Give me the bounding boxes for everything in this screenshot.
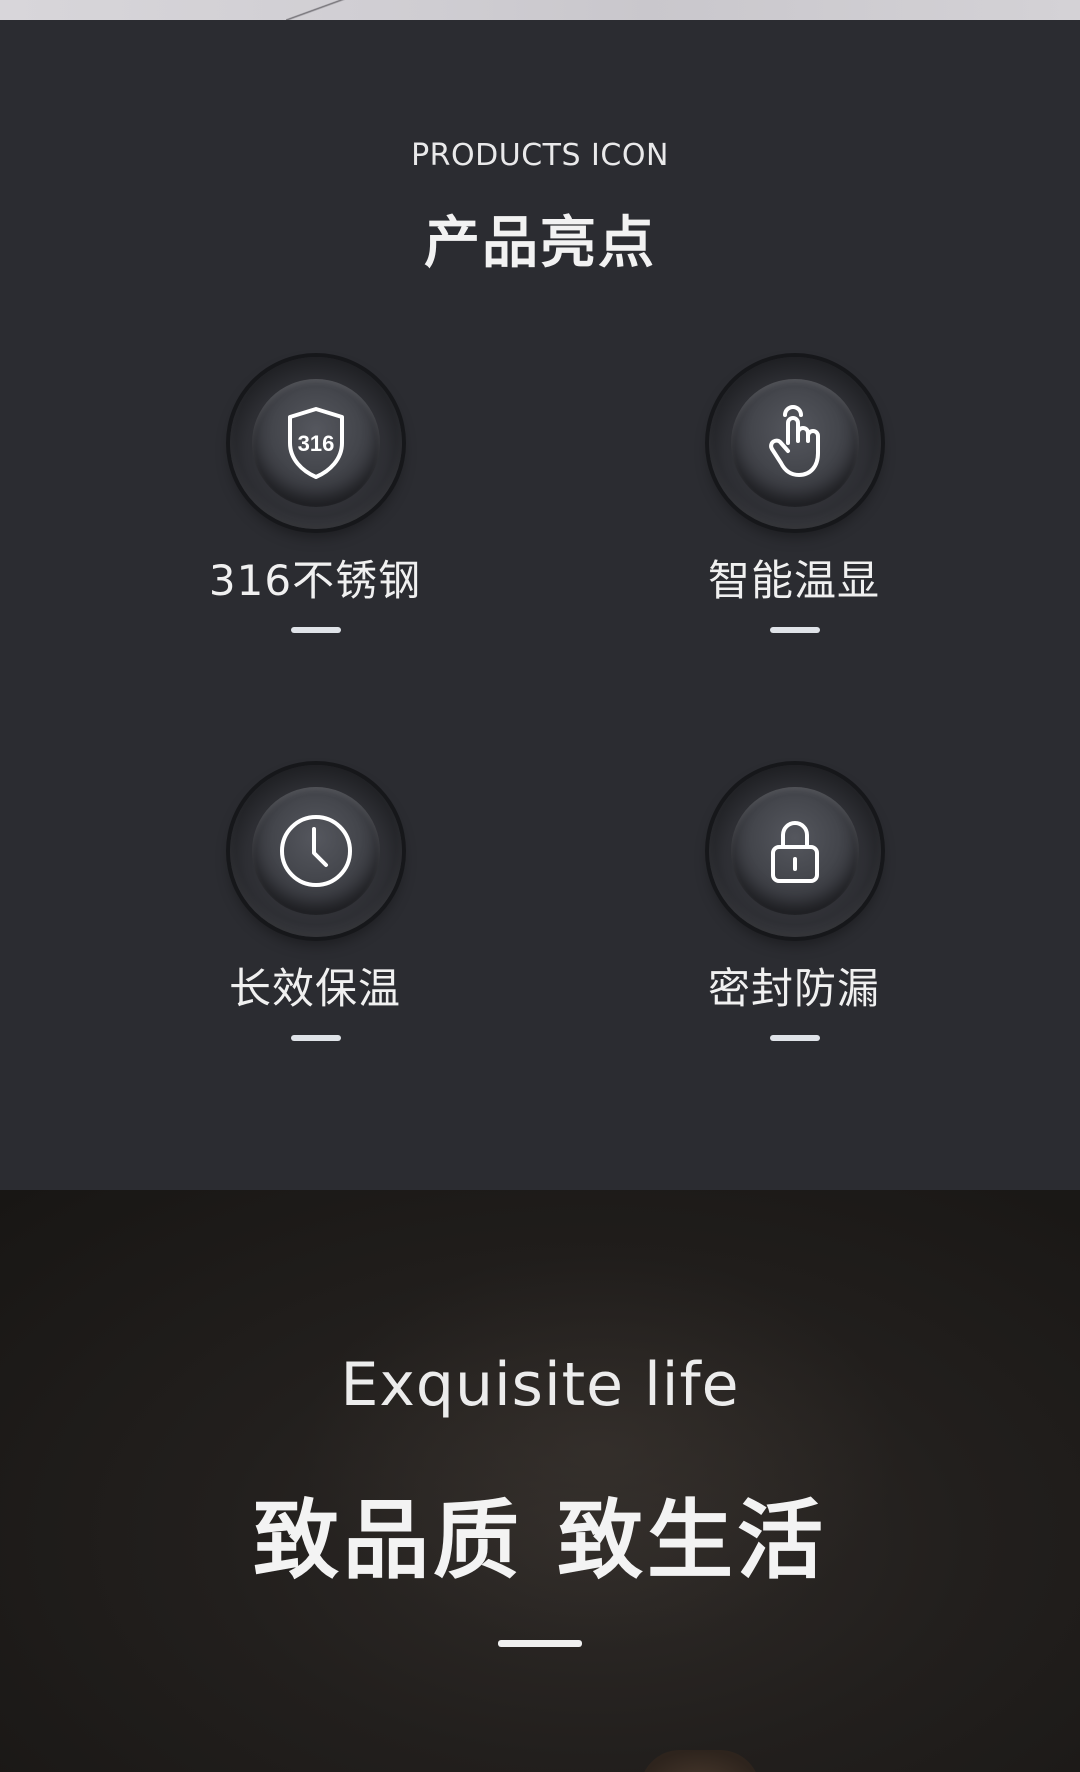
page: PRODUCTS ICON 产品亮点 316 316不锈钢 智能温显 长效保温 … xyxy=(0,0,1080,1772)
feature-item-leak-proof: 密封防漏 xyxy=(634,765,954,1065)
lifestyle-subtitle: Exquisite life xyxy=(340,1350,740,1420)
feature-dash xyxy=(770,1035,820,1041)
feature-label: 316不锈钢 xyxy=(208,556,422,605)
photo-detail xyxy=(286,0,346,20)
shield-316-icon: 316 xyxy=(288,407,344,479)
feature-dash xyxy=(291,627,341,633)
feature-item-stainless-steel: 316 316不锈钢 xyxy=(155,357,475,657)
touch-hand-icon xyxy=(769,405,820,477)
lifestyle-section: Exquisite life 致品质 致生活 xyxy=(0,1190,1080,1772)
lock-icon xyxy=(771,821,819,883)
feature-item-long-insulation: 长效保温 xyxy=(155,765,475,1065)
feature-icon-button xyxy=(709,357,881,529)
lifestyle-title: 致品质 致生活 xyxy=(253,1491,827,1591)
clock-icon xyxy=(280,815,352,887)
section-title: 产品亮点 xyxy=(424,211,656,276)
feature-icon-button xyxy=(230,765,402,937)
feature-icon-button xyxy=(709,765,881,937)
feature-dash xyxy=(770,627,820,633)
feature-label: 密封防漏 xyxy=(707,964,880,1013)
feature-label: 长效保温 xyxy=(228,964,401,1013)
section-subtitle: PRODUCTS ICON xyxy=(411,138,669,173)
feature-dash xyxy=(291,1035,341,1041)
lifestyle-dash xyxy=(498,1640,582,1647)
feature-icon-button: 316 xyxy=(230,357,402,529)
feature-label: 智能温显 xyxy=(707,556,880,605)
model-head-photo xyxy=(640,1750,760,1772)
feature-item-smart-temp: 智能温显 xyxy=(634,357,954,657)
top-photo-strip xyxy=(0,0,1080,20)
svg-text:316: 316 xyxy=(298,431,335,456)
